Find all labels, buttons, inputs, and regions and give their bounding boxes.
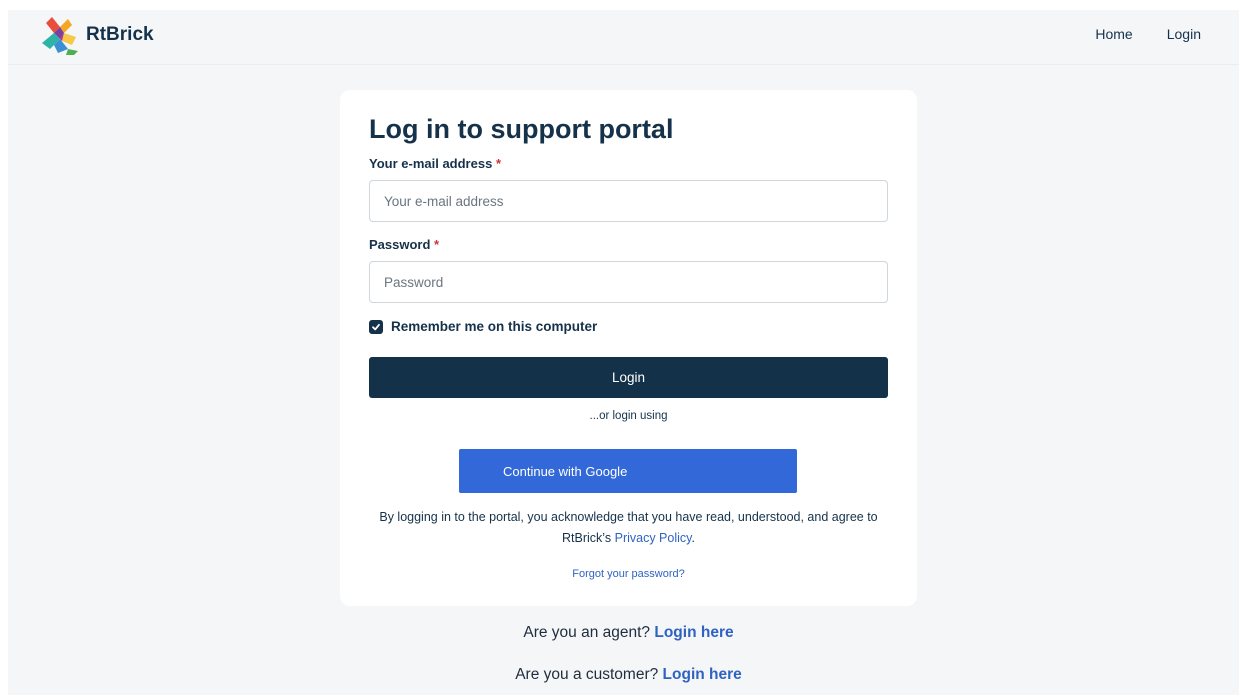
or-login-using-text: ...or login using (589, 410, 668, 422)
agent-login-link[interactable]: Login here (654, 624, 733, 641)
page-title: Log in to support portal (369, 114, 674, 144)
nav-login-link[interactable]: Login (1167, 26, 1201, 42)
email-label: Your e-mail address * (369, 156, 501, 171)
remember-me-checkbox[interactable]: Remember me on this computer (369, 319, 597, 334)
password-label-text: Password (369, 237, 431, 252)
top-navbar: RtBrick Home Login (8, 10, 1239, 65)
check-icon (372, 323, 380, 330)
forgot-password-link[interactable]: Forgot your password? (340, 568, 917, 580)
nav-home-link[interactable]: Home (1095, 26, 1132, 42)
login-card: Log in to support portal Your e-mail add… (340, 90, 917, 606)
brand[interactable]: RtBrick (38, 15, 154, 55)
consent-text: By logging in to the portal, you acknowl… (370, 507, 887, 549)
required-marker: * (495, 156, 501, 171)
consent-period: . (691, 531, 695, 545)
checkbox-box[interactable] (369, 319, 383, 334)
page-background: RtBrick Home Login Log in to support por… (8, 10, 1239, 695)
brand-name: RtBrick (86, 24, 154, 45)
agent-question: Are you an agent? (523, 624, 651, 641)
password-field[interactable] (369, 261, 888, 303)
email-label-text: Your e-mail address (369, 156, 493, 171)
nav-links: Home Login (1095, 26, 1201, 42)
email-field[interactable] (369, 180, 888, 222)
remember-me-label: Remember me on this computer (391, 319, 598, 334)
login-button[interactable]: Login (369, 357, 888, 398)
customer-question: Are you a customer? (515, 666, 659, 683)
privacy-policy-link[interactable]: Privacy Policy (615, 531, 692, 545)
customer-login-line: Are you a customer? Login here (340, 666, 917, 684)
required-marker: * (434, 237, 440, 252)
agent-login-line: Are you an agent? Login here (340, 624, 917, 642)
password-label: Password * (369, 237, 439, 252)
continue-with-google-button[interactable]: Continue with Google (459, 449, 797, 493)
customer-login-link[interactable]: Login here (663, 666, 742, 683)
rtbrick-logo-icon (42, 17, 78, 55)
